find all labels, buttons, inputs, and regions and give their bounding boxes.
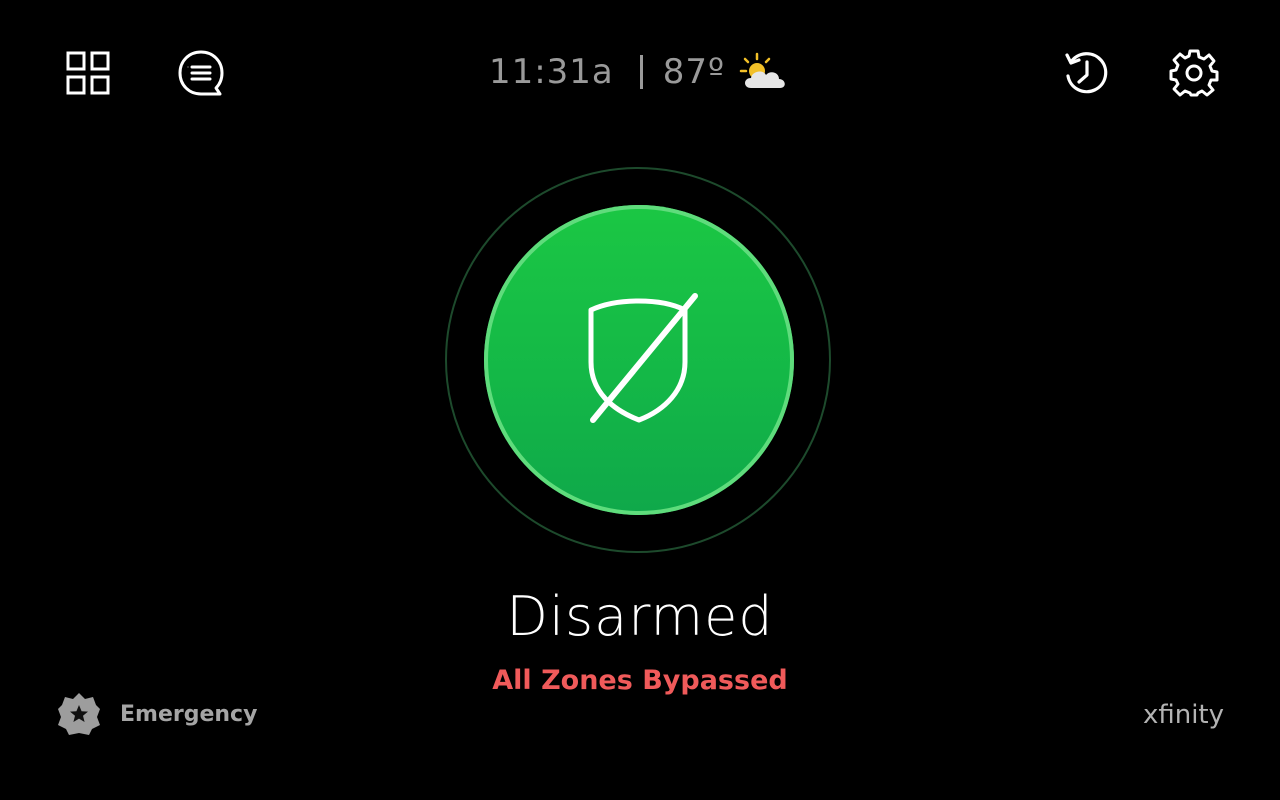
history-button[interactable] [1058,45,1114,101]
security-status: Disarmed [506,585,774,648]
police-badge-icon [58,693,100,735]
status-divider [639,55,643,89]
shield-off-icon [588,293,698,423]
settings-button[interactable] [1166,45,1222,101]
emergency-button[interactable]: Emergency [56,690,257,738]
xfinity-logo: xfinity [1142,700,1224,730]
clock: 11:31a [488,52,614,92]
temperature: 87º [662,52,726,92]
gear-icon [1169,49,1219,97]
partly-sunny-icon [737,52,791,92]
messages-button[interactable] [173,45,229,101]
history-icon [1065,52,1108,94]
messages-icon [178,50,224,96]
touchscreen-home: 11:31a 87º Disarmed All Zones Bypassed E… [0,0,1280,800]
apps-button[interactable] [62,47,114,99]
zones-status: All Zones Bypassed [492,665,788,696]
emergency-label: Emergency [120,701,258,727]
apps-grid-icon [66,51,110,95]
status-bar: 11:31a 87º [460,44,820,100]
arm-disarm-button[interactable] [484,205,794,515]
